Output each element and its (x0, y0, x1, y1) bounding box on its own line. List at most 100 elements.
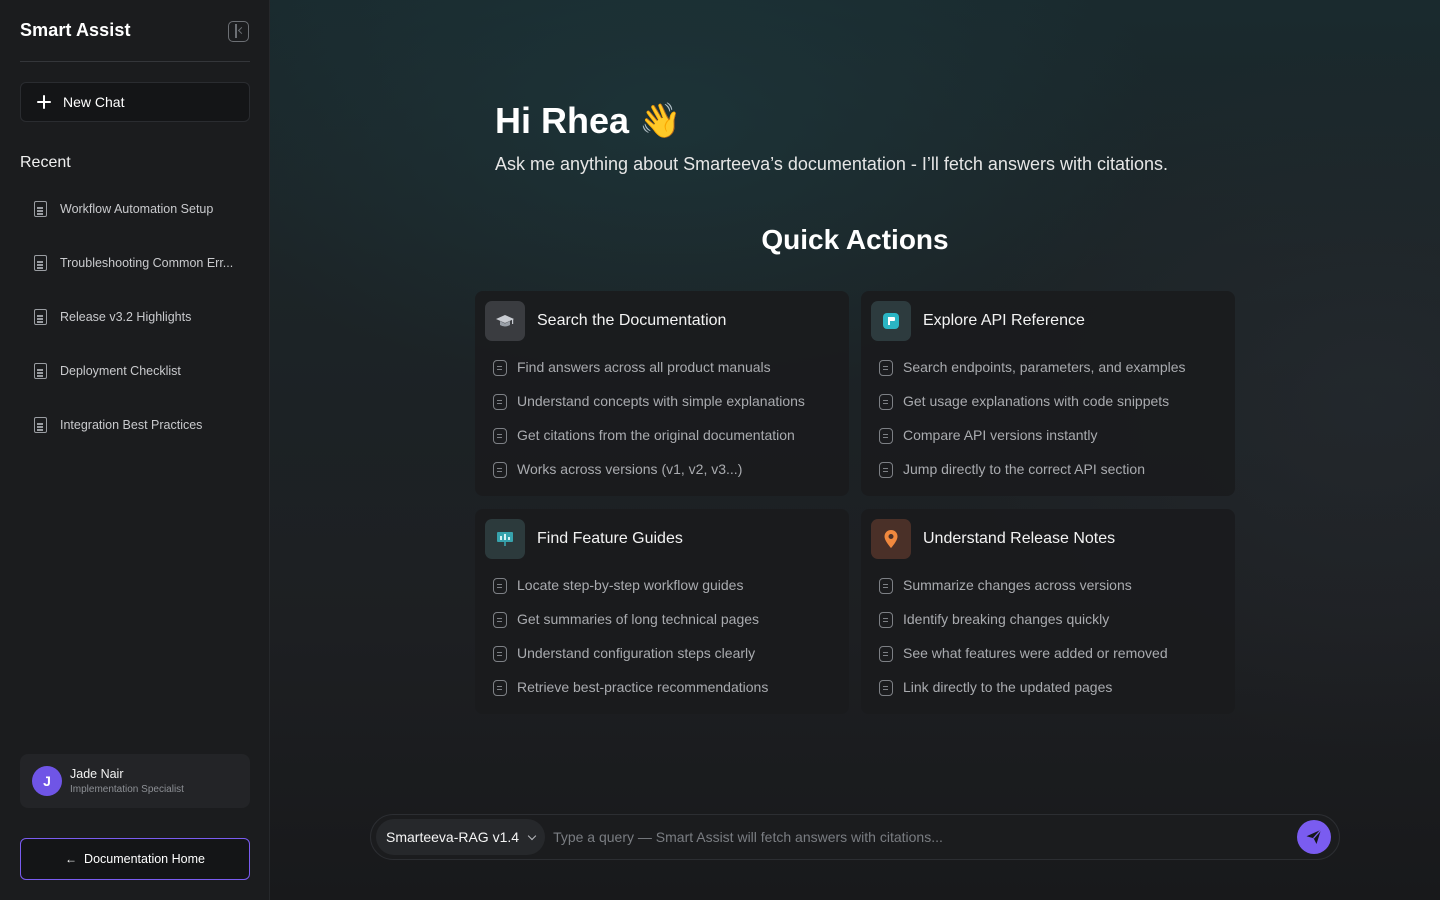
chevron-down-icon (527, 831, 537, 840)
quick-action-card-search-docs[interactable]: Search the Documentation Find answers ac… (475, 291, 849, 496)
sidebar-divider (20, 61, 250, 62)
note-icon (493, 578, 507, 594)
note-icon (879, 680, 893, 696)
card-title: Explore API Reference (923, 312, 1085, 329)
user-name: Jade Nair (70, 767, 124, 781)
note-icon (879, 360, 893, 376)
recent-item-label: Release v3.2 Highlights (60, 310, 192, 324)
recent-item-workflow-automation-setup[interactable]: Workflow Automation Setup (20, 182, 250, 236)
new-chat-button[interactable]: New Chat (20, 82, 250, 122)
collapse-sidebar-icon[interactable] (228, 21, 249, 42)
note-icon (493, 394, 507, 410)
greeting: Hi Rhea 👋 (495, 100, 681, 142)
list-item-text: Link directly to the updated pages (903, 679, 1113, 695)
list-item-text: Understand configuration steps clearly (517, 645, 756, 661)
note-icon (879, 462, 893, 478)
documentation-home-button[interactable]: ← Documentation Home (20, 838, 250, 880)
recent-item-label: Deployment Checklist (60, 364, 181, 378)
plus-icon (37, 95, 51, 109)
list-item: Search endpoints, parameters, and exampl… (879, 359, 1186, 393)
quick-action-card-feature-guides[interactable]: Find Feature Guides Locate step-by-step … (475, 509, 849, 714)
recent-item-release-highlights[interactable]: Release v3.2 Highlights (20, 290, 250, 344)
document-icon (34, 255, 47, 271)
user-profile-card[interactable]: J Jade Nair Implementation Specialist (20, 754, 250, 808)
presentation-board-icon (485, 519, 525, 559)
card-item-list: Locate step-by-step workflow guides Get … (493, 577, 768, 713)
list-item-text: Find answers across all product manuals (517, 359, 771, 375)
query-composer: Smarteeva-RAG v1.4 (370, 814, 1340, 860)
card-title: Find Feature Guides (537, 530, 683, 547)
recent-list: Workflow Automation Setup Troubleshootin… (20, 190, 250, 460)
recent-item-label: Workflow Automation Setup (60, 202, 214, 216)
recent-item-troubleshooting[interactable]: Troubleshooting Common Err... (20, 236, 250, 290)
document-icon (34, 363, 47, 379)
list-item-text: Search endpoints, parameters, and exampl… (903, 359, 1186, 375)
note-icon (879, 646, 893, 662)
list-item-text: See what features were added or removed (903, 645, 1168, 661)
list-item: Get citations from the original document… (493, 427, 805, 461)
note-icon (493, 360, 507, 376)
list-item-text: Summarize changes across versions (903, 577, 1132, 593)
note-icon (493, 612, 507, 628)
model-select[interactable]: Smarteeva-RAG v1.4 (376, 819, 546, 855)
note-icon (493, 428, 507, 444)
card-item-list: Summarize changes across versions Identi… (879, 577, 1168, 713)
document-icon (34, 309, 47, 325)
list-item: Works across versions (v1, v2, v3...) (493, 461, 805, 495)
user-role: Implementation Specialist (70, 784, 184, 795)
note-icon (493, 646, 507, 662)
list-item-text: Identify breaking changes quickly (903, 611, 1110, 627)
new-chat-label: New Chat (63, 94, 125, 110)
waving-hand-icon: 👋 (639, 102, 682, 140)
recent-item-integration-best-practices[interactable]: Integration Best Practices (20, 398, 250, 452)
note-icon (879, 612, 893, 628)
model-select-label: Smarteeva-RAG v1.4 (386, 829, 520, 845)
recent-item-label: Integration Best Practices (60, 418, 203, 432)
card-title: Search the Documentation (537, 312, 727, 329)
greeting-subtitle: Ask me anything about Smarteeva’s docume… (495, 154, 1168, 174)
card-title: Understand Release Notes (923, 530, 1116, 547)
list-item: Jump directly to the correct API section (879, 461, 1186, 495)
greeting-text: Hi Rhea (495, 100, 630, 141)
list-item: Find answers across all product manuals (493, 359, 805, 393)
list-item: Retrieve best-practice recommendations (493, 679, 768, 713)
list-item-text: Get usage explanations with code snippet… (903, 393, 1170, 409)
list-item: Link directly to the updated pages (879, 679, 1168, 713)
graduation-cap-icon (485, 301, 525, 341)
list-item: See what features were added or removed (879, 645, 1168, 679)
list-item-text: Works across versions (v1, v2, v3...) (517, 461, 743, 477)
list-item-text: Locate step-by-step workflow guides (517, 577, 744, 593)
list-item-text: Understand concepts with simple explanat… (517, 393, 805, 409)
query-input[interactable] (553, 829, 1297, 845)
note-icon (493, 680, 507, 696)
document-icon (34, 417, 47, 433)
card-item-list: Search endpoints, parameters, and exampl… (879, 359, 1186, 495)
recent-heading: Recent (20, 154, 71, 171)
sidebar: Smart Assist New Chat Recent Workflow Au… (0, 0, 270, 900)
card-item-list: Find answers across all product manuals … (493, 359, 805, 495)
list-item: Get summaries of long technical pages (493, 611, 768, 645)
list-item-text: Retrieve best-practice recommendations (517, 679, 769, 695)
quick-action-card-api-reference[interactable]: Explore API Reference Search endpoints, … (861, 291, 1235, 496)
quick-actions-title: Quick Actions (761, 224, 949, 255)
list-item: Compare API versions instantly (879, 427, 1186, 461)
note-icon (879, 578, 893, 594)
quick-action-card-release-notes[interactable]: Understand Release Notes Summarize chang… (861, 509, 1235, 714)
avatar: J (32, 766, 62, 796)
note-icon (879, 428, 893, 444)
note-icon (493, 462, 507, 478)
list-item-text: Get citations from the original document… (517, 427, 795, 443)
list-item: Summarize changes across versions (879, 577, 1168, 611)
document-icon (34, 201, 47, 217)
note-icon (879, 394, 893, 410)
main-content: Hi Rhea 👋 Ask me anything about Smarteev… (270, 0, 1440, 900)
recent-item-deployment-checklist[interactable]: Deployment Checklist (20, 344, 250, 398)
list-item-text: Jump directly to the correct API section (903, 461, 1145, 477)
list-item: Get usage explanations with code snippet… (879, 393, 1186, 427)
list-item: Understand configuration steps clearly (493, 645, 768, 679)
location-pin-icon (871, 519, 911, 559)
list-item-text: Compare API versions instantly (903, 427, 1098, 443)
api-icon (871, 301, 911, 341)
send-button[interactable] (1297, 820, 1331, 854)
list-item: Locate step-by-step workflow guides (493, 577, 768, 611)
